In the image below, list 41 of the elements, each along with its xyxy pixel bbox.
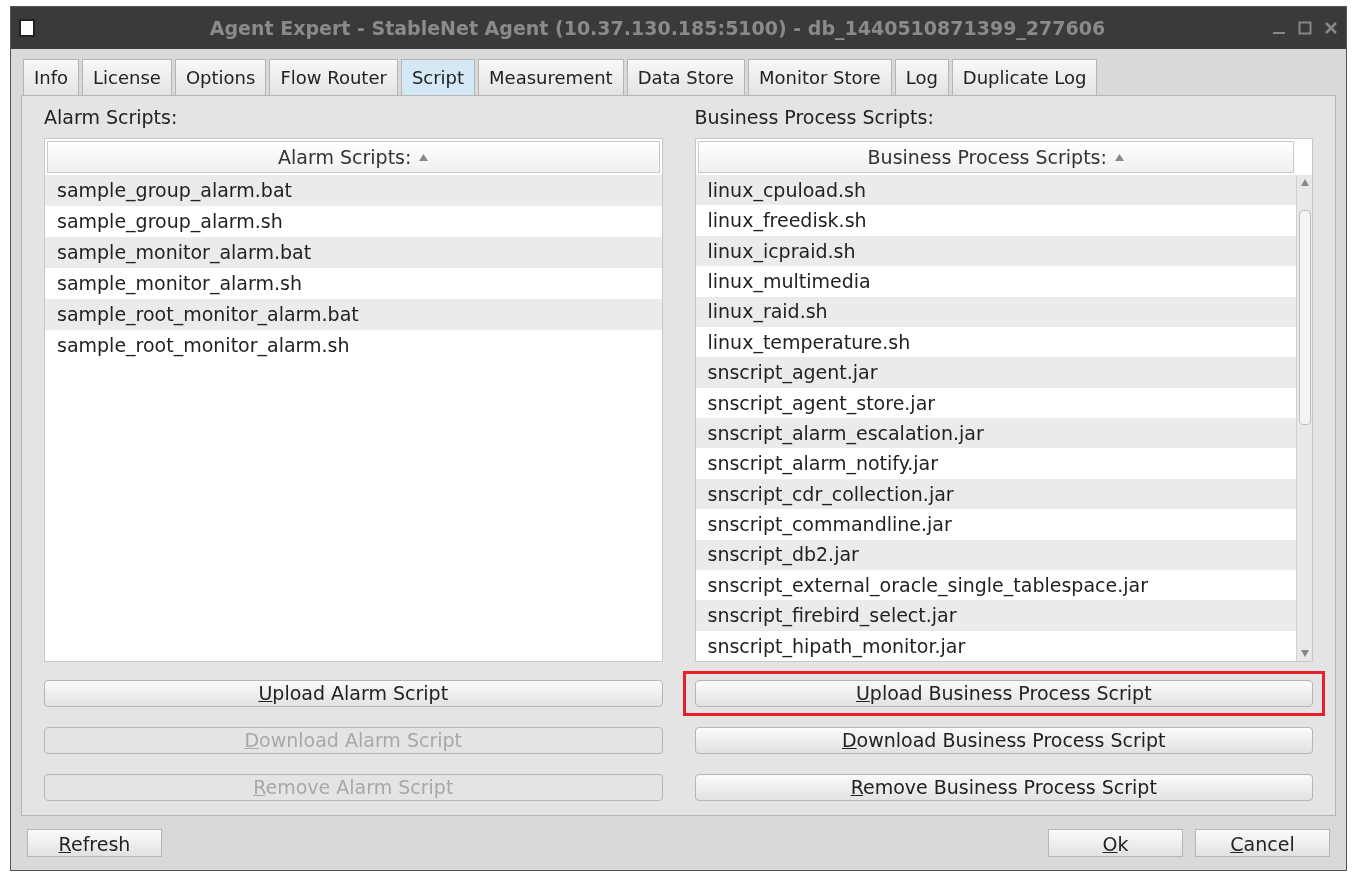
table-row[interactable]: snscript_db2.jar xyxy=(695,539,1296,570)
window-title: Agent Expert - StableNet Agent (10.37.130.185:5100) - db_1440510871399_277606 xyxy=(208,15,1107,42)
script-button[interactable]: Download Business Process Script xyxy=(694,727,1313,754)
maximize-icon[interactable] xyxy=(1298,21,1312,35)
sort-up-icon xyxy=(419,153,429,161)
table-row[interactable]: sample_root_monitor_alarm.bat xyxy=(45,299,662,330)
script-button[interactable]: Remove Business Process Script xyxy=(694,774,1313,801)
tab[interactable]: Data Store xyxy=(626,59,745,95)
table-row[interactable]: linux_cpuload.sh xyxy=(695,175,1296,206)
scrollbar[interactable] xyxy=(1296,175,1312,661)
close-icon[interactable] xyxy=(1324,21,1338,35)
column-header[interactable]: Alarm Scripts: xyxy=(47,141,660,173)
footer-button[interactable]: Refresh xyxy=(27,829,162,857)
panel-label: Business Process Scripts: xyxy=(694,104,935,130)
scroll-up-icon[interactable] xyxy=(1300,179,1309,186)
table-row[interactable]: snscript_firebird_select.jar xyxy=(695,600,1296,631)
app-icon xyxy=(19,19,35,37)
tab[interactable]: Duplicate Log xyxy=(951,59,1098,95)
footer-button[interactable]: Ok xyxy=(1048,829,1183,857)
table-row[interactable]: linux_raid.sh xyxy=(695,296,1296,327)
tab[interactable]: Monitor Store xyxy=(747,59,892,95)
column-header[interactable]: Business Process Scripts: xyxy=(697,141,1294,173)
tab[interactable]: Flow Router xyxy=(269,59,398,95)
tab[interactable]: Script xyxy=(400,59,476,95)
tab[interactable]: Options xyxy=(174,59,267,95)
tab[interactable]: Measurement xyxy=(478,59,624,95)
tab[interactable]: Info xyxy=(23,59,80,95)
panel-label: Alarm Scripts: xyxy=(44,104,179,130)
tab[interactable]: Log xyxy=(894,59,949,95)
tab[interactable]: License xyxy=(82,59,172,95)
sort-up-icon xyxy=(1114,153,1124,161)
table-row[interactable]: snscript_alarm_escalation.jar xyxy=(695,418,1296,449)
table-row[interactable]: sample_monitor_alarm.bat xyxy=(45,237,662,268)
table-row[interactable]: snscript_agent.jar xyxy=(695,357,1296,388)
script-button[interactable]: Upload Business Process Script xyxy=(694,680,1313,707)
table-row[interactable]: sample_group_alarm.bat xyxy=(45,175,662,206)
table-row[interactable]: snscript_cdr_collection.jar xyxy=(695,478,1296,510)
footer-button[interactable]: Cancel xyxy=(1195,829,1330,857)
table-row[interactable]: linux_icpraid.sh xyxy=(695,235,1296,267)
script-button[interactable]: Upload Alarm Script xyxy=(44,680,663,707)
scroll-down-icon[interactable] xyxy=(1300,650,1309,657)
